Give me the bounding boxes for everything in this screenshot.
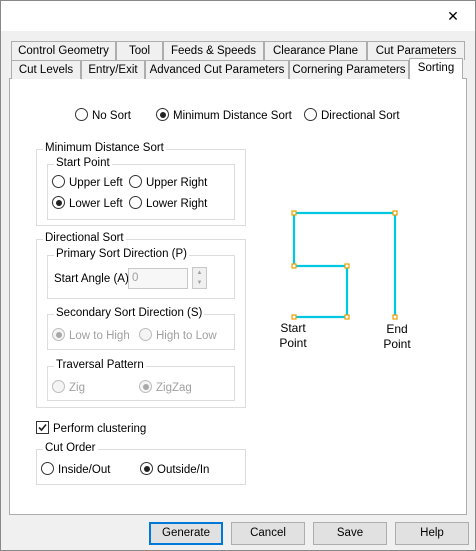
radio-zig[interactable]: Zig — [52, 380, 85, 394]
tab-sorting[interactable]: Sorting — [409, 58, 463, 79]
tab-clearance-plane[interactable]: Clearance Plane — [264, 41, 367, 60]
group-secondary-sort-direction: Secondary Sort Direction (S) Low to High… — [47, 307, 235, 350]
tab-row-front: Cut Levels Entry/Exit Advanced Cut Param… — [11, 58, 467, 79]
title-bar: ✕ — [1, 1, 475, 31]
radio-directional-sort[interactable]: Directional Sort — [304, 108, 400, 122]
radio-upper-right[interactable]: Upper Right — [129, 175, 207, 189]
start-point-label: Start Point — [279, 321, 307, 350]
group-cut-order: Cut Order Inside/Out Outside/In — [36, 442, 246, 485]
radio-inside-out[interactable]: Inside/Out — [41, 462, 110, 476]
radio-zigzag[interactable]: ZigZag — [139, 380, 192, 394]
radio-lower-right[interactable]: Lower Right — [129, 196, 207, 210]
start-angle-label: Start Angle (A) — [54, 273, 129, 285]
cancel-button[interactable]: Cancel — [231, 522, 305, 545]
radio-outside-in[interactable]: Outside/In — [140, 462, 209, 476]
radio-upper-left[interactable]: Upper Left — [52, 175, 123, 189]
tab-cut-levels[interactable]: Cut Levels — [11, 60, 81, 79]
perform-clustering-checkbox[interactable]: Perform clustering — [36, 421, 146, 435]
dialog-window: ✕ Control Geometry Tool Feeds & Speeds C… — [0, 0, 476, 551]
end-point-label: End Point — [383, 322, 411, 351]
group-minimum-distance-sort: Minimum Distance Sort Start Point Upper … — [36, 142, 246, 226]
radio-low-to-high[interactable]: Low to High — [52, 328, 130, 342]
sort-path-graphic — [291, 210, 398, 320]
tab-entry-exit[interactable]: Entry/Exit — [81, 60, 145, 79]
radio-high-to-low[interactable]: High to Low — [139, 328, 217, 342]
group-title: Secondary Sort Direction (S) — [54, 307, 205, 319]
spin-up-icon[interactable]: ▲ — [193, 268, 206, 278]
generate-button[interactable]: Generate — [149, 522, 223, 545]
group-directional-sort: Directional Sort Primary Sort Direction … — [36, 232, 246, 408]
tab-feeds-speeds[interactable]: Feeds & Speeds — [163, 41, 264, 60]
radio-no-sort[interactable]: No Sort — [75, 108, 131, 122]
checkmark-icon — [36, 421, 49, 434]
group-title: Start Point — [54, 157, 112, 169]
group-title: Cut Order — [43, 442, 98, 454]
save-button[interactable]: Save — [313, 522, 387, 545]
radio-minimum-distance-sort[interactable]: Minimum Distance Sort — [156, 108, 292, 122]
start-angle-spinner[interactable]: ▲ ▼ — [192, 267, 207, 289]
tab-advanced-cut-parameters[interactable]: Advanced Cut Parameters — [145, 60, 289, 79]
group-title: Primary Sort Direction (P) — [54, 248, 189, 260]
help-button[interactable]: Help — [395, 522, 469, 545]
sort-path-diagram: Start Point End Point — [271, 201, 421, 361]
tab-row-back: Control Geometry Tool Feeds & Speeds Cle… — [11, 41, 467, 60]
start-angle-input[interactable]: 0 — [128, 268, 188, 289]
spin-down-icon[interactable]: ▼ — [193, 278, 206, 288]
tab-tool[interactable]: Tool — [116, 41, 163, 60]
group-title: Directional Sort — [43, 232, 126, 244]
group-start-point: Start Point Upper Left Upper Right Lower… — [47, 157, 235, 220]
group-primary-sort-direction: Primary Sort Direction (P) Start Angle (… — [47, 248, 235, 299]
group-title: Minimum Distance Sort — [43, 142, 166, 154]
group-title: Traversal Pattern — [54, 359, 146, 371]
group-traversal-pattern: Traversal Pattern Zig ZigZag — [47, 359, 235, 401]
close-icon[interactable]: ✕ — [439, 6, 467, 26]
radio-lower-left[interactable]: Lower Left — [52, 196, 123, 210]
tab-cornering-parameters[interactable]: Cornering Parameters — [289, 60, 409, 79]
tab-control-geometry[interactable]: Control Geometry — [11, 41, 116, 60]
